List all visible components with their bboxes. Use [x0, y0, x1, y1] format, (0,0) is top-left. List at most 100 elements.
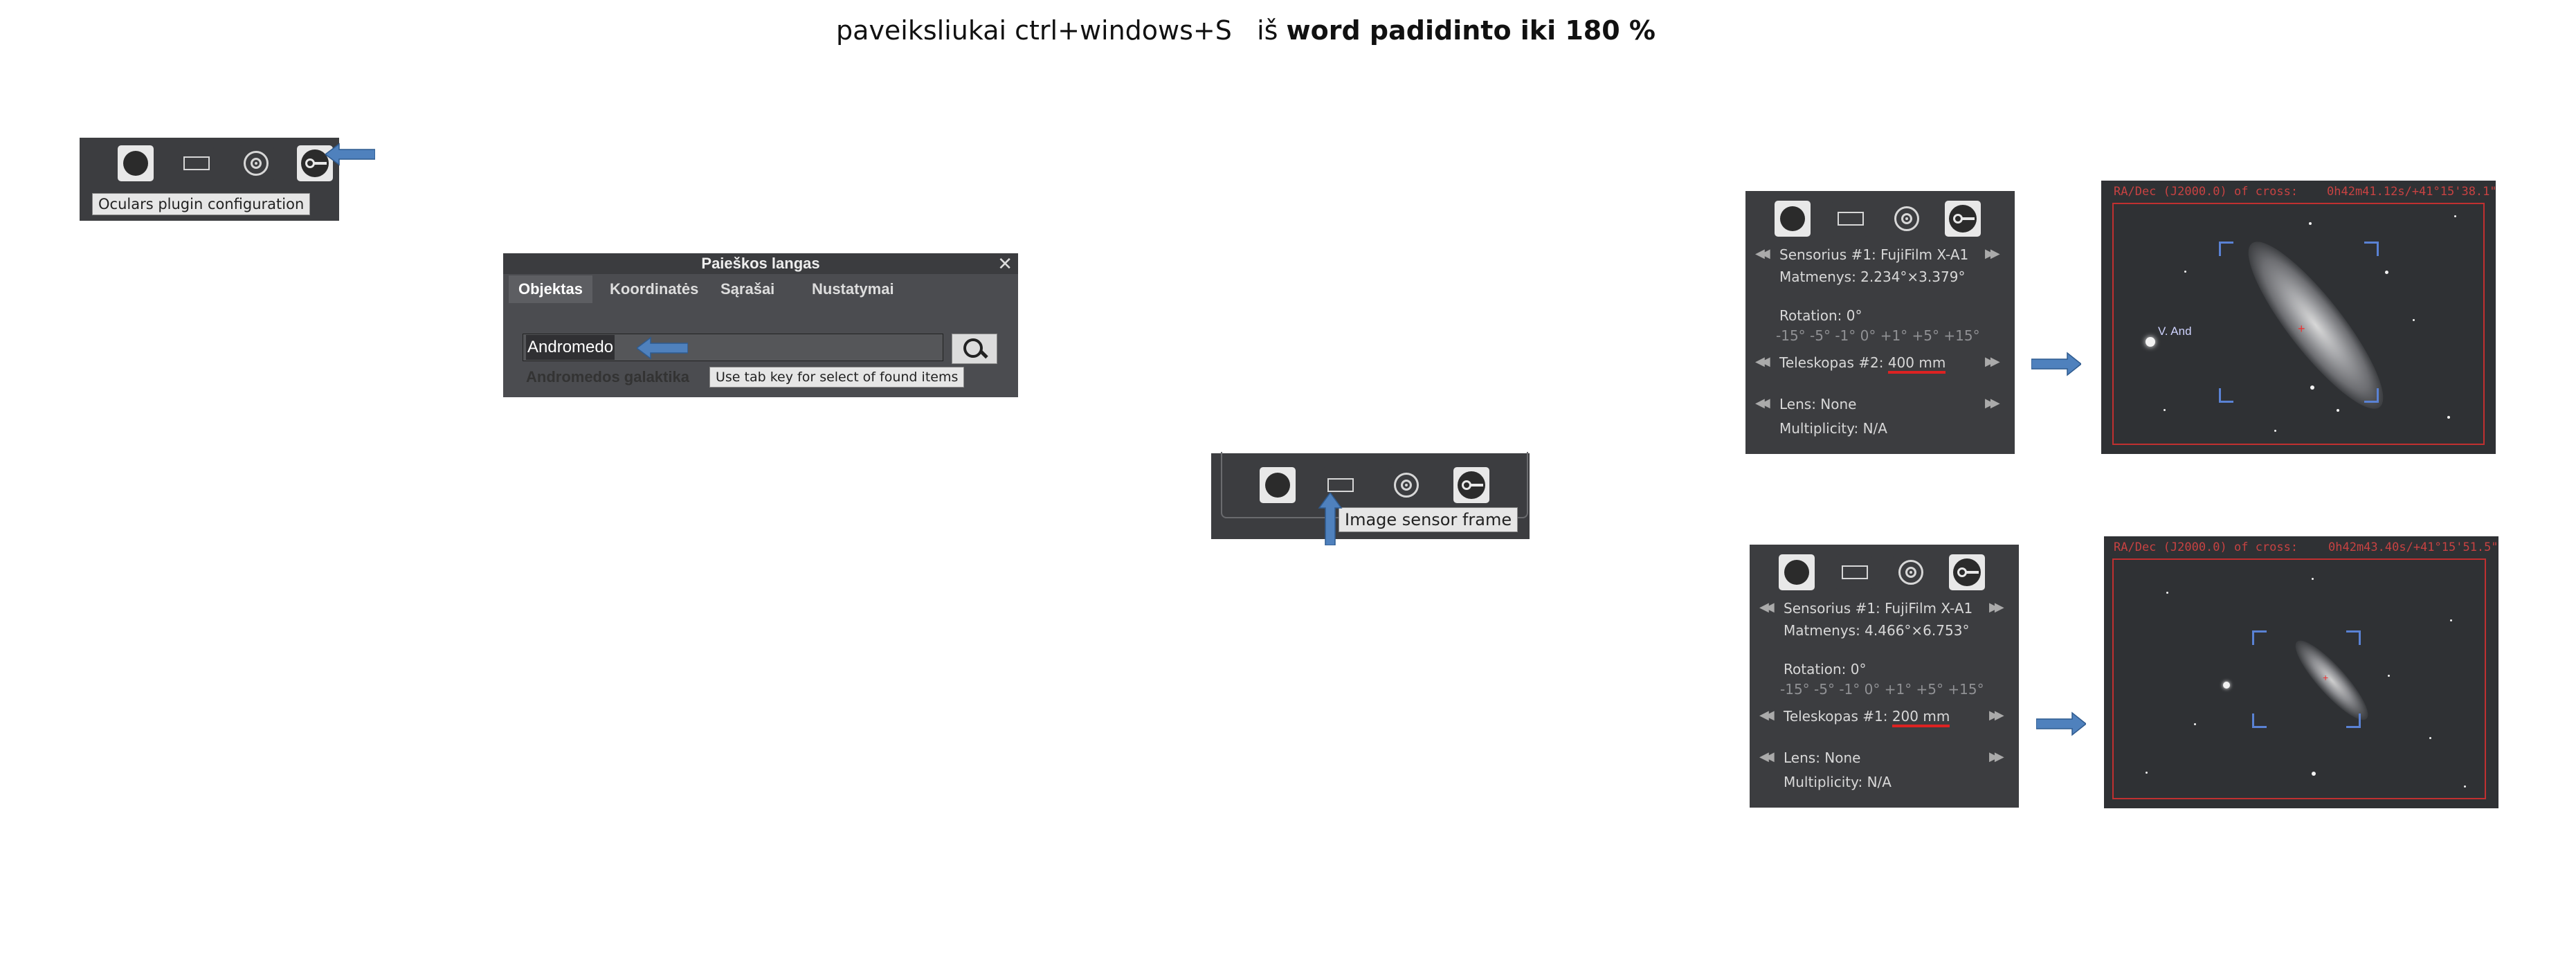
sensor-frame-button[interactable] — [1836, 554, 1872, 590]
search-button[interactable] — [952, 334, 997, 364]
configuration-button[interactable] — [1949, 554, 1985, 590]
sensor-size: Matmenys: 4.466°×6.753° — [1784, 622, 1970, 639]
reticle-corner — [2364, 388, 2379, 403]
tab-koordinates[interactable]: Koordinatės — [600, 275, 708, 303]
radec-coords: 0h42m43.40s/+41°15'51.5" — [2328, 540, 2498, 554]
title-prefix: paveiksliukai ctrl+windows+S iš — [836, 15, 1287, 46]
reticle-corner — [2346, 713, 2361, 728]
ocular-button[interactable] — [1775, 201, 1811, 237]
rotation-steps[interactable]: -15° -5° -1° 0° +1° +5° +15° — [1776, 327, 1980, 344]
telrad-button[interactable] — [238, 145, 274, 181]
sensor-frame-button[interactable] — [178, 145, 214, 181]
next-arrow-icon[interactable]: ▶▶ — [1985, 396, 2000, 410]
ocular-button[interactable] — [118, 145, 154, 181]
prev-arrow-icon[interactable]: ◀◀ — [1759, 600, 1775, 615]
ocular-panel-2: ◀◀ Sensorius #1: FujiFilm X-A1 ▶▶ Matmen… — [1750, 545, 2019, 808]
rotation-label: Rotation: 0° — [1784, 661, 1867, 678]
star — [2413, 319, 2415, 321]
prev-arrow-icon[interactable]: ◀◀ — [1755, 354, 1770, 369]
sensor-frame-tooltip: Image sensor frame — [1339, 507, 1518, 532]
prev-arrow-icon[interactable]: ◀◀ — [1759, 749, 1775, 764]
tab-nustatymai[interactable]: Nustatymai — [802, 275, 904, 303]
radec-coords: 0h42m41.12s/+41°15'38.1" — [2327, 185, 2496, 199]
next-arrow-icon[interactable]: ▶▶ — [1985, 246, 2000, 261]
search-input-value: Andromedo — [526, 335, 615, 360]
lens-label: Lens: None — [1784, 749, 1861, 766]
star — [2447, 416, 2450, 419]
telescope-prefix: Teleskopas #1: — [1784, 708, 1892, 725]
next-arrow-icon[interactable]: ▶▶ — [1989, 749, 2004, 764]
star — [2454, 215, 2456, 217]
wrench-config-icon — [1949, 205, 1977, 233]
wrench-config-icon — [1458, 471, 1485, 499]
reticle-corner — [2252, 630, 2267, 645]
sensor-frame-icon — [183, 156, 210, 170]
star — [2166, 592, 2168, 594]
ocular-circle-icon — [1265, 473, 1290, 498]
tab-objektas[interactable]: Objektas — [509, 275, 592, 303]
next-arrow-icon[interactable]: ▶▶ — [1989, 708, 2004, 722]
star — [2388, 675, 2390, 677]
star — [2429, 737, 2431, 739]
reticle-corner — [2219, 242, 2233, 256]
blue-arrow-icon — [2036, 711, 2086, 736]
close-icon[interactable]: ✕ — [997, 255, 1013, 273]
ocular-button[interactable] — [1779, 554, 1815, 590]
ocular-circle-icon — [1780, 206, 1805, 231]
star — [2274, 430, 2276, 432]
radec-label: RA/Dec (J2000.0) of cross: — [2114, 185, 2298, 199]
star — [2450, 619, 2452, 621]
configuration-button[interactable] — [1453, 467, 1489, 503]
reticle-corner — [2219, 388, 2233, 403]
blue-arrow-icon — [325, 143, 375, 166]
blue-arrow-icon — [1318, 493, 1343, 545]
sensor-label: Sensorius #1: FujiFilm X-A1 — [1779, 246, 1969, 263]
sensor-frame-icon — [1327, 478, 1354, 492]
sensor-frame-button[interactable] — [1832, 201, 1868, 237]
telrad-button[interactable] — [1889, 201, 1925, 237]
star — [2164, 409, 2166, 411]
star — [2184, 271, 2186, 273]
telescope-focal: 400 mm — [1887, 354, 1946, 374]
bright-star — [2146, 337, 2155, 347]
prev-arrow-icon[interactable]: ◀◀ — [1755, 396, 1770, 410]
title-bold: word padidinto iki 180 % — [1286, 15, 1656, 46]
bright-star — [2223, 682, 2230, 689]
ocular-button[interactable] — [1260, 467, 1296, 503]
telescope-prefix: Teleskopas #2: — [1779, 354, 1888, 371]
sensor-frame-border — [2112, 558, 2486, 799]
reticle-corner — [2252, 713, 2267, 728]
search-result[interactable]: Andromedos galaktika — [526, 368, 689, 386]
star — [2385, 271, 2388, 274]
telrad-rings-icon — [1894, 206, 1919, 231]
telrad-button[interactable] — [1893, 554, 1929, 590]
tab-sarasai[interactable]: Sąrašai — [711, 275, 784, 303]
prev-arrow-icon[interactable]: ◀◀ — [1759, 708, 1775, 722]
sky-view-2: RA/Dec (J2000.0) of cross: 0h42m43.40s/+… — [2104, 536, 2498, 808]
star — [2146, 772, 2148, 774]
telescope-label: Teleskopas #2: 400 mm — [1779, 354, 1946, 374]
rotation-steps[interactable]: -15° -5° -1° 0° +1° +5° +15° — [1780, 681, 1984, 698]
prev-arrow-icon[interactable]: ◀◀ — [1755, 246, 1770, 261]
ocular-circle-icon — [123, 151, 148, 176]
lens-label: Lens: None — [1779, 396, 1857, 412]
sensor-frame-icon — [1838, 212, 1864, 226]
configuration-button[interactable] — [1945, 201, 1981, 237]
ocular-panel-1: ◀◀ Sensorius #1: FujiFilm X-A1 ▶▶ Matmen… — [1745, 191, 2015, 454]
reticle-corner — [2346, 630, 2361, 645]
star-label: V. And — [2158, 325, 2192, 338]
next-arrow-icon[interactable]: ▶▶ — [1989, 600, 2004, 615]
star — [2310, 385, 2314, 390]
blue-arrow-icon — [637, 336, 688, 360]
telrad-rings-icon — [244, 151, 269, 176]
telrad-button[interactable] — [1388, 467, 1424, 503]
wrench-config-icon — [301, 149, 329, 177]
next-arrow-icon[interactable]: ▶▶ — [1985, 354, 2000, 369]
search-tooltip: Use tab key for select of found items — [709, 367, 965, 388]
star — [2312, 772, 2316, 776]
multiplicity-label: Multiplicity: N/A — [1779, 420, 1887, 437]
telrad-rings-icon — [1394, 473, 1419, 498]
search-icon — [963, 338, 983, 358]
star — [2337, 409, 2339, 412]
star — [2309, 222, 2312, 225]
